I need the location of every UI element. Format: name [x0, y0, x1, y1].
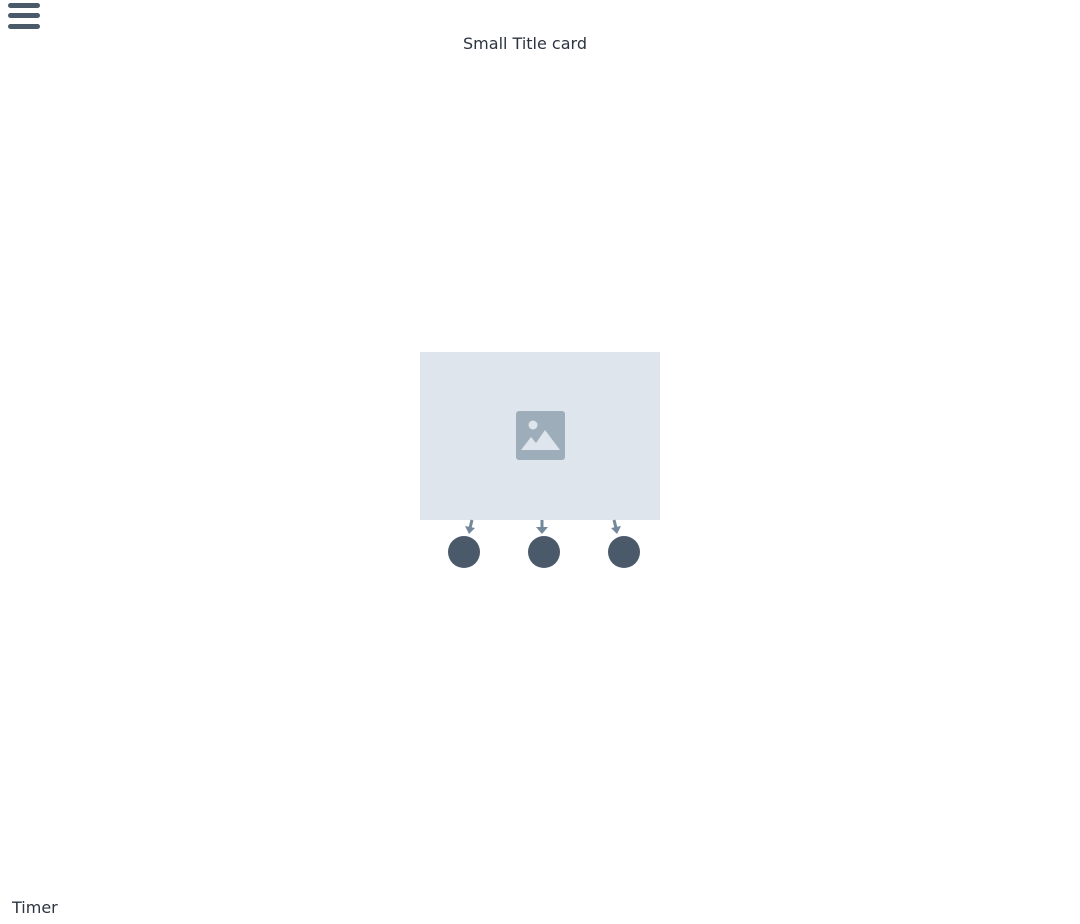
pagination-dot-1[interactable]	[448, 536, 480, 568]
arrow-down-icon	[611, 519, 621, 534]
arrow-down-icon	[465, 519, 475, 534]
pagination-dot-2[interactable]	[528, 536, 560, 568]
hamburger-bar	[8, 24, 40, 29]
arrow-down-icon	[536, 520, 548, 534]
page-title: Small Title card	[463, 34, 587, 53]
pagination-dot-3[interactable]	[608, 536, 640, 568]
image-placeholder	[420, 352, 660, 520]
hamburger-bar	[8, 13, 40, 18]
hamburger-icon	[8, 3, 40, 8]
hamburger-menu-button[interactable]	[8, 2, 41, 30]
image-placeholder-icon	[516, 411, 565, 460]
timer-label: Timer	[12, 898, 58, 917]
